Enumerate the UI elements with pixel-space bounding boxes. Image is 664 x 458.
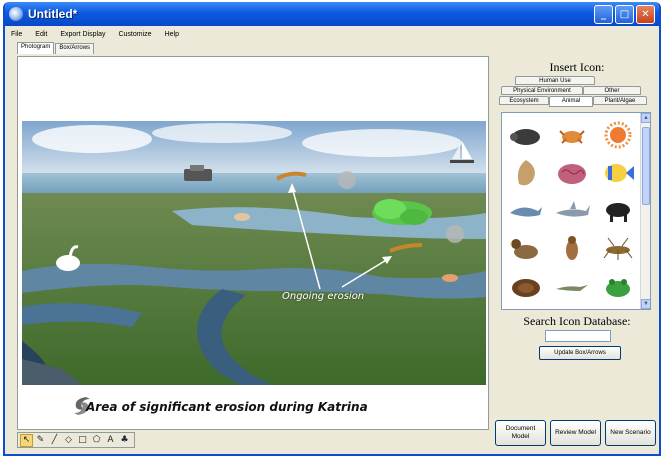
tab-human-use[interactable]: Human Use: [515, 76, 595, 85]
text-tool-icon[interactable]: A: [104, 434, 117, 447]
tab-physical-environment[interactable]: Physical Environment: [501, 86, 583, 95]
tab-other[interactable]: Other: [583, 86, 641, 95]
scroll-thumb[interactable]: [642, 127, 650, 205]
mammal-icon[interactable]: [506, 307, 546, 309]
icon-list-scrollbar[interactable]: ▲ ▼: [640, 113, 650, 309]
menu-bar: File Edit Export Display Customize Help: [5, 26, 659, 42]
pencil-tool-icon[interactable]: ✎: [34, 434, 47, 447]
rectangle-tool-icon[interactable]: □: [76, 434, 89, 447]
scroll-down-icon[interactable]: ▼: [641, 299, 650, 309]
cattle-icon[interactable]: [598, 307, 638, 309]
menu-help[interactable]: Help: [165, 31, 179, 38]
frog-icon[interactable]: [598, 269, 638, 305]
wetland-photo: [22, 121, 486, 385]
menu-customize[interactable]: Customize: [118, 31, 151, 38]
tropical-fish-icon[interactable]: [598, 155, 638, 191]
erosion-caption[interactable]: Area of significant erosion during Katri…: [86, 400, 368, 414]
tab-ecosystem[interactable]: Ecosystem: [499, 96, 549, 105]
tab-box-arrows[interactable]: Box/Arrows: [55, 43, 95, 54]
menu-edit[interactable]: Edit: [35, 31, 47, 38]
review-model-button[interactable]: Review Model: [550, 420, 601, 446]
insect-icon[interactable]: [598, 231, 638, 267]
tab-photogram[interactable]: Photogram: [17, 42, 55, 54]
drawing-toolbar: ↖ ✎ ╱ ◇ □ ⬠ A ♣: [17, 432, 135, 448]
shell-icon[interactable]: [506, 155, 546, 191]
app-icon: [9, 7, 23, 21]
erosion-label[interactable]: Ongoing erosion: [282, 291, 364, 302]
bird-icon[interactable]: [552, 231, 592, 267]
new-scenario-button[interactable]: New Scenario: [605, 420, 656, 446]
model-buttons: Document Model Review Model New Scenario: [495, 420, 656, 446]
model-canvas[interactable]: Ongoing erosion Area of significant eros…: [17, 56, 489, 430]
insert-icon-title: Insert Icon:: [549, 60, 605, 74]
document-model-button[interactable]: Document Model: [495, 420, 546, 446]
diamond-tool-icon[interactable]: ◇: [62, 434, 75, 447]
fill-tool-icon[interactable]: ♣: [118, 434, 131, 447]
brain-coral-icon[interactable]: [552, 155, 592, 191]
snake-icon[interactable]: [506, 269, 546, 305]
cow-icon[interactable]: [598, 193, 638, 229]
dolphin-icon[interactable]: [506, 193, 546, 229]
duck-icon[interactable]: [506, 231, 546, 267]
tab-animal[interactable]: Animal: [549, 96, 593, 107]
icon-category-tabs: Human Use Physical Environment Other Eco…: [495, 76, 659, 112]
tab-plant-algae[interactable]: Plant/Algae: [593, 96, 647, 105]
insert-icon-panel: Insert Icon: Human Use Physical Environm…: [495, 56, 659, 454]
menu-file[interactable]: File: [11, 31, 22, 38]
shark-icon[interactable]: [552, 193, 592, 229]
update-box-arrows-button[interactable]: Update Box/Arrows: [539, 346, 621, 360]
line-tool-icon[interactable]: ╱: [48, 434, 61, 447]
title-bar[interactable]: Untitled* _ □ ✕: [5, 2, 659, 26]
view-tabs: Photogram Box/Arrows: [5, 42, 659, 54]
scroll-up-icon[interactable]: ▲: [641, 113, 650, 123]
pointer-tool-icon[interactable]: ↖: [20, 433, 33, 447]
crab-icon[interactable]: [552, 117, 592, 153]
pentagon-tool-icon[interactable]: ⬠: [90, 434, 103, 447]
window-title: Untitled*: [28, 7, 78, 21]
menu-export-display[interactable]: Export Display: [60, 31, 105, 38]
armadillo-icon[interactable]: [506, 117, 546, 153]
lizard-icon[interactable]: [552, 269, 592, 305]
anemone-icon[interactable]: [598, 117, 638, 153]
animal-icon-list: ▲ ▼: [501, 112, 651, 310]
wetland-landscape-image: [22, 121, 486, 385]
minimize-button[interactable]: _: [594, 4, 613, 24]
turtle-icon[interactable]: [552, 307, 592, 309]
close-button[interactable]: ✕: [636, 4, 655, 24]
app-window: Untitled* _ □ ✕ File Edit Export Display…: [3, 2, 661, 456]
search-input[interactable]: [545, 330, 611, 342]
search-icon-database-title: Search Icon Database:: [523, 314, 631, 328]
maximize-button[interactable]: □: [615, 4, 634, 24]
